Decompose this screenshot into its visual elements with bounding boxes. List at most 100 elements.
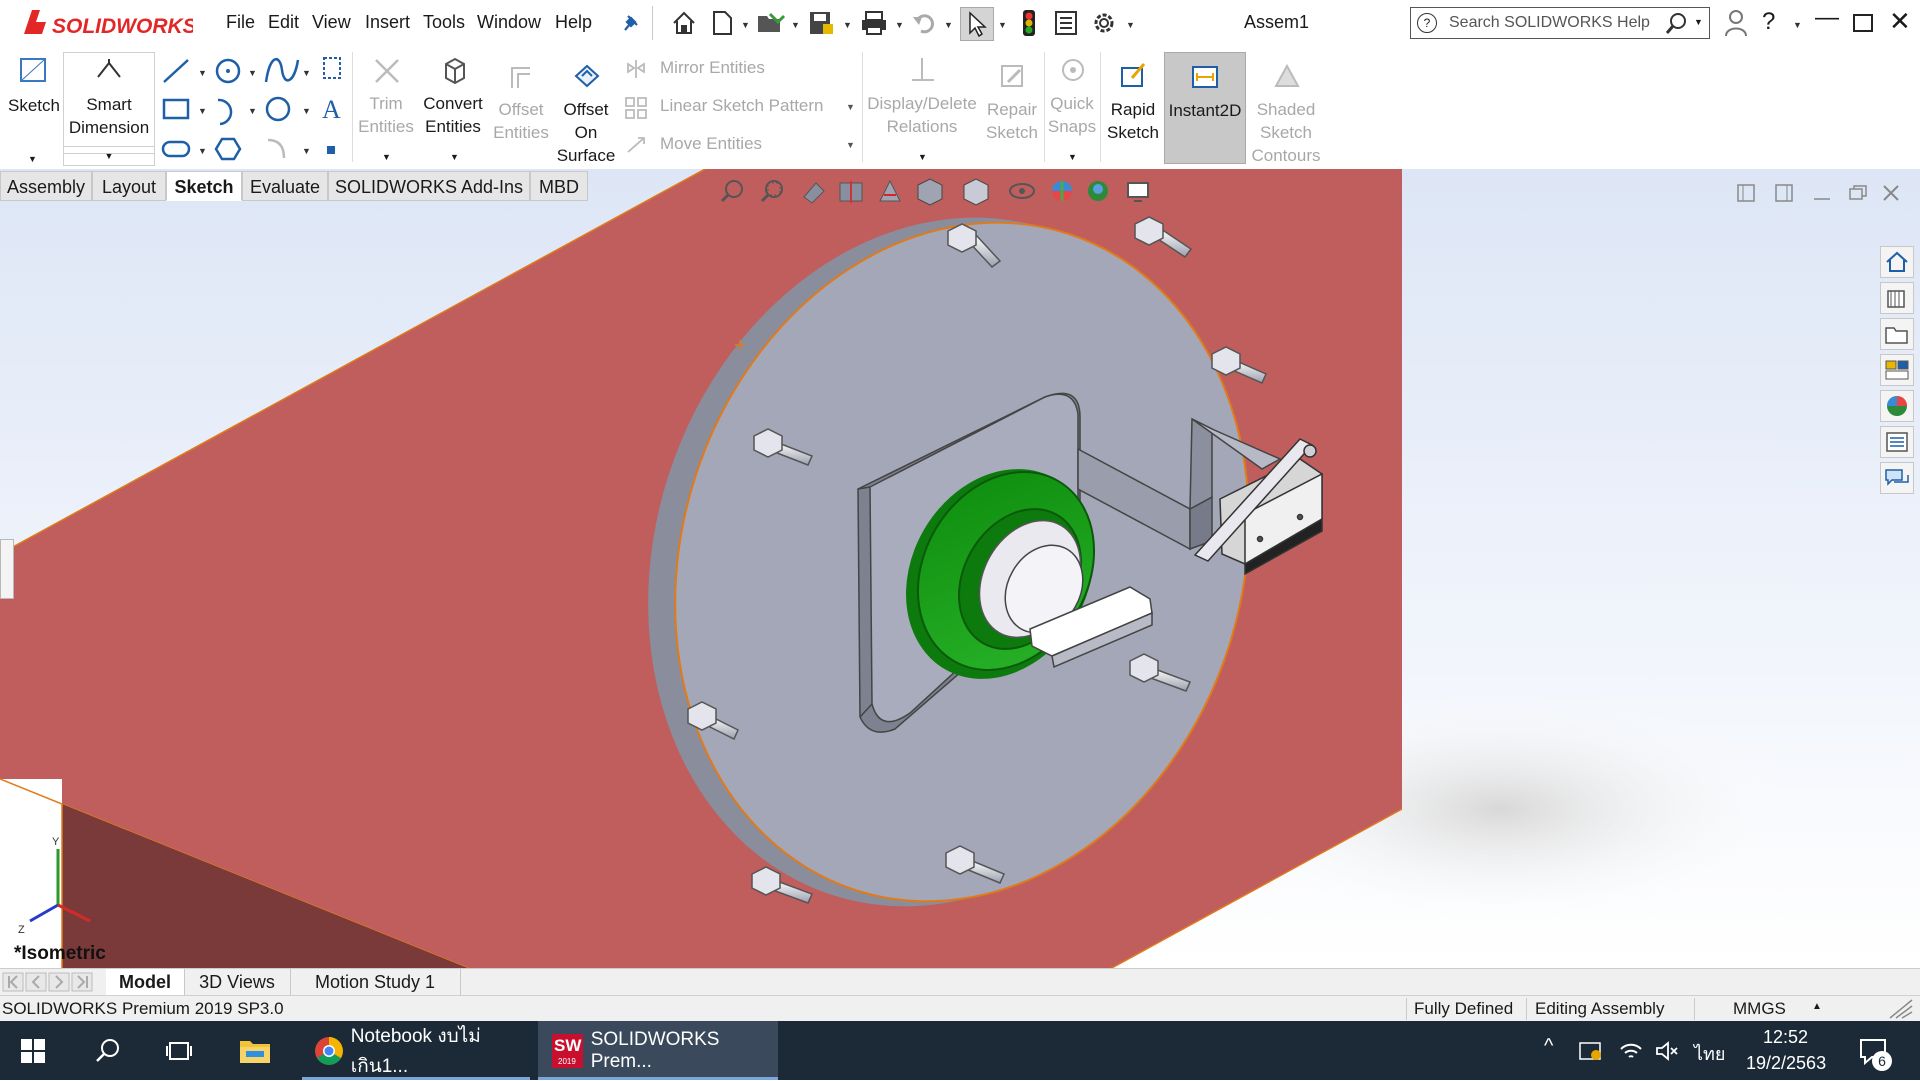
convert-entities-button[interactable]: Convert Entities ▼ <box>418 52 488 164</box>
sketch-button[interactable]: Sketch ▼ <box>8 52 60 164</box>
task-pane-file-explorer-icon[interactable] <box>1880 354 1914 386</box>
tile-right-icon[interactable] <box>1775 184 1793 202</box>
display-delete-relations-button[interactable]: Display/Delete Relations ▼ <box>864 52 980 164</box>
convert-dropdown-icon[interactable]: ▼ <box>450 152 459 162</box>
instant2d-button[interactable]: Instant2D <box>1164 52 1246 164</box>
windows-search-icon[interactable] <box>94 1037 122 1070</box>
previous-view-icon[interactable] <box>803 182 825 204</box>
quick-snaps-dropdown-icon[interactable]: ▼ <box>1068 152 1077 162</box>
sketch-fillet-icon[interactable] <box>267 138 286 159</box>
offset-entities-button[interactable]: Offset Entities <box>488 52 554 164</box>
wifi-icon[interactable] <box>1618 1039 1644 1068</box>
print-dropdown-icon[interactable]: ▼ <box>895 20 904 30</box>
hide-show-items-icon[interactable] <box>1009 183 1035 199</box>
undo-icon[interactable] <box>908 7 940 39</box>
file-properties-icon[interactable] <box>1050 7 1082 39</box>
solidworks-logo[interactable]: SOLIDWORKS <box>18 4 197 42</box>
quick-snaps-button[interactable]: Quick Snaps ▼ <box>1046 52 1098 164</box>
tab-motion-study-1[interactable]: Motion Study 1 <box>290 969 461 995</box>
text-icon[interactable]: A <box>322 95 341 124</box>
search-placeholder[interactable]: Search SOLIDWORKS Help <box>1449 14 1650 32</box>
menu-edit[interactable]: Edit <box>268 12 299 33</box>
zoom-to-area-icon[interactable] <box>760 180 783 203</box>
slot-arc-icon[interactable] <box>217 98 233 126</box>
open-dropdown-icon[interactable]: ▼ <box>791 20 800 30</box>
first-tab-icon[interactable] <box>2 972 24 992</box>
previous-tab-icon[interactable] <box>25 972 47 992</box>
repair-sketch-button[interactable]: Repair Sketch <box>980 52 1044 164</box>
help-dropdown-icon[interactable]: ▼ <box>1793 20 1802 30</box>
new-document-icon[interactable] <box>706 7 738 39</box>
spline-icon[interactable] <box>264 58 300 83</box>
smart-dimension-dropdown-icon[interactable]: ▼ <box>63 146 155 166</box>
tab-evaluate[interactable]: Evaluate <box>242 171 328 201</box>
move-dropdown-icon[interactable]: ▼ <box>846 140 855 150</box>
doc-restore-icon[interactable] <box>1849 185 1867 200</box>
clock-time[interactable]: 12:52 <box>1763 1027 1808 1048</box>
taskbar-chrome-window[interactable]: Notebook งบไม่เกิน1... <box>302 1021 530 1080</box>
edit-appearance-icon[interactable] <box>1052 181 1072 201</box>
tab-sketch[interactable]: Sketch <box>166 171 242 201</box>
menu-file[interactable]: File <box>226 12 255 33</box>
open-icon[interactable] <box>755 7 787 39</box>
straight-slot-icon[interactable] <box>161 140 191 158</box>
next-tab-icon[interactable] <box>48 972 70 992</box>
search-icon[interactable] <box>1664 11 1690 42</box>
offset-on-surface-button[interactable]: Offset On Surface <box>554 52 618 165</box>
task-pane-custom-properties-icon[interactable] <box>1880 426 1914 458</box>
tab-layout[interactable]: Layout <box>92 171 166 201</box>
section-view-icon[interactable] <box>839 181 863 203</box>
minimize-icon[interactable]: — <box>1815 4 1839 32</box>
units-dropdown-icon[interactable]: ▲ <box>1812 994 1822 1020</box>
graphics-area[interactable]: Y Z *Isometric <box>0 169 1920 969</box>
clock-date[interactable]: 19/2/2563 <box>1746 1053 1826 1074</box>
help-icon[interactable]: ? <box>1762 8 1775 36</box>
tab-mbd[interactable]: MBD <box>530 171 588 201</box>
doc-close-icon[interactable] <box>1883 185 1899 201</box>
save-icon[interactable] <box>806 7 838 39</box>
point-icon[interactable] <box>327 146 335 154</box>
rebuild-icon[interactable] <box>1013 7 1045 39</box>
last-tab-icon[interactable] <box>71 972 93 992</box>
options-gear-icon[interactable] <box>1088 7 1120 39</box>
tile-left-icon[interactable] <box>1737 184 1755 202</box>
undo-dropdown-icon[interactable]: ▼ <box>944 20 953 30</box>
trim-dropdown-icon[interactable]: ▼ <box>382 152 391 162</box>
task-pane-design-library-icon[interactable] <box>1880 318 1914 350</box>
new-dropdown-icon[interactable]: ▼ <box>741 20 750 30</box>
sketch-dropdown-icon[interactable]: ▼ <box>28 154 37 164</box>
pin-icon[interactable] <box>614 7 646 39</box>
tab-solidworks-add-ins[interactable]: SOLIDWORKS Add-Ins <box>328 171 530 201</box>
display-style-icon[interactable] <box>963 178 989 206</box>
windows-start-icon[interactable] <box>20 1038 46 1069</box>
status-units[interactable]: MMGS <box>1733 996 1786 1022</box>
menu-insert[interactable]: Insert <box>365 12 410 33</box>
mirror-entities-button[interactable]: Mirror Entities <box>624 58 864 82</box>
rectangle-icon[interactable] <box>162 98 190 120</box>
menu-window[interactable]: Window <box>477 12 541 33</box>
zoom-to-fit-icon[interactable] <box>720 180 743 203</box>
linear-pattern-button[interactable]: Linear Sketch Pattern ▼ <box>624 96 864 120</box>
tab-assembly[interactable]: Assembly <box>0 171 92 201</box>
partial-ellipse-icon[interactable] <box>323 57 341 79</box>
task-pane-resources-icon[interactable] <box>1880 282 1914 314</box>
task-pane-appearances-icon[interactable] <box>1880 390 1914 422</box>
menu-tools[interactable]: Tools <box>423 12 465 33</box>
home-icon[interactable] <box>668 7 700 39</box>
search-dropdown-icon[interactable]: ▼ <box>1694 17 1703 27</box>
model-canvas[interactable]: Y Z <box>0 169 1920 969</box>
move-entities-button[interactable]: Move Entities ▼ <box>624 134 864 158</box>
close-icon[interactable]: ✕ <box>1889 6 1911 37</box>
menu-view[interactable]: View <box>312 12 351 33</box>
save-dropdown-icon[interactable]: ▼ <box>843 20 852 30</box>
display-relations-dropdown-icon[interactable]: ▼ <box>918 152 927 162</box>
linear-pattern-dropdown-icon[interactable]: ▼ <box>846 102 855 112</box>
trim-entities-button[interactable]: Trim Entities ▼ <box>356 52 416 164</box>
task-pane-home-icon[interactable] <box>1880 246 1914 278</box>
task-pane-forum-icon[interactable] <box>1880 462 1914 494</box>
user-account-icon[interactable] <box>1720 7 1752 39</box>
volume-muted-icon[interactable] <box>1654 1039 1680 1068</box>
apply-scene-icon[interactable] <box>1088 181 1108 201</box>
taskbar-solidworks-window[interactable]: SW 2019 SOLIDWORKS Prem... <box>538 1021 778 1080</box>
line-icon[interactable] <box>163 59 189 83</box>
